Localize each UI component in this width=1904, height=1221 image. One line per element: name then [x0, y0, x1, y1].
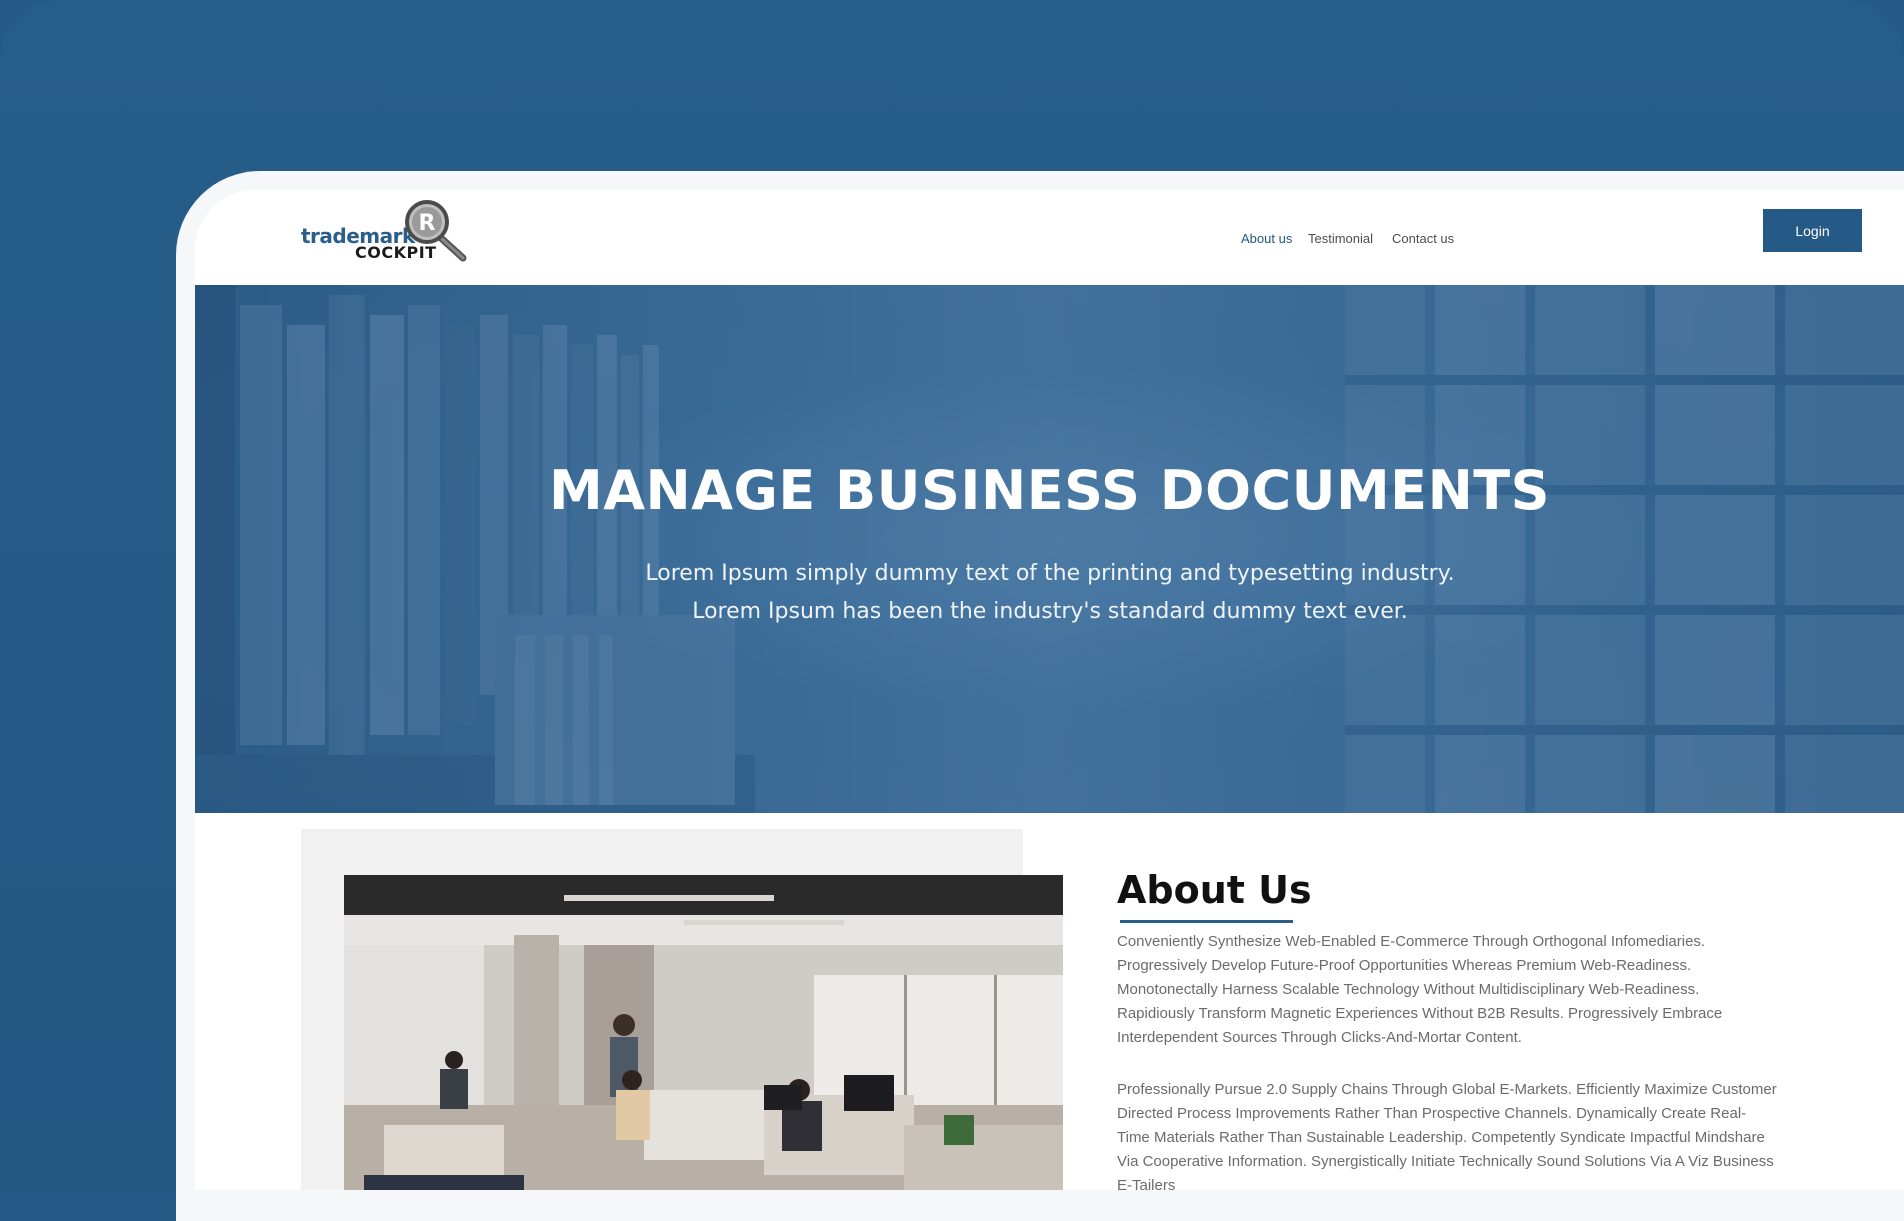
- about-us-heading: About Us: [1117, 868, 1312, 912]
- magnifier-icon: R: [405, 200, 467, 262]
- site-header: trademark COCKPIT R About us Testimonial…: [195, 190, 1904, 285]
- brand-logo[interactable]: trademark COCKPIT R: [301, 198, 471, 264]
- nav-about-us[interactable]: About us: [1241, 231, 1292, 246]
- about-paragraph-2: Professionally Pursue 2.0 Supply Chains …: [1117, 1081, 1777, 1190]
- about-heading-underline: [1120, 920, 1293, 923]
- login-button[interactable]: Login: [1763, 209, 1862, 252]
- nav-testimonial[interactable]: Testimonial: [1308, 231, 1373, 246]
- hero-banner: MANAGE BUSINESS DOCUMENTS Lorem Ipsum si…: [195, 285, 1904, 813]
- logo-badge: R: [419, 211, 436, 236]
- hero-subtitle: Lorem Ipsum simply dummy text of the pri…: [645, 561, 1455, 624]
- hero-title: MANAGE BUSINESS DOCUMENTS: [548, 459, 1550, 522]
- hero-overlay: [195, 285, 1904, 813]
- office-photo: [344, 875, 1063, 1190]
- about-paragraph-1: Conveniently Synthesize Web-Enabled E-Co…: [1117, 933, 1723, 1046]
- website-screen: trademark COCKPIT R About us Testimonial…: [195, 190, 1904, 1190]
- nav-contact-us[interactable]: Contact us: [1392, 231, 1454, 246]
